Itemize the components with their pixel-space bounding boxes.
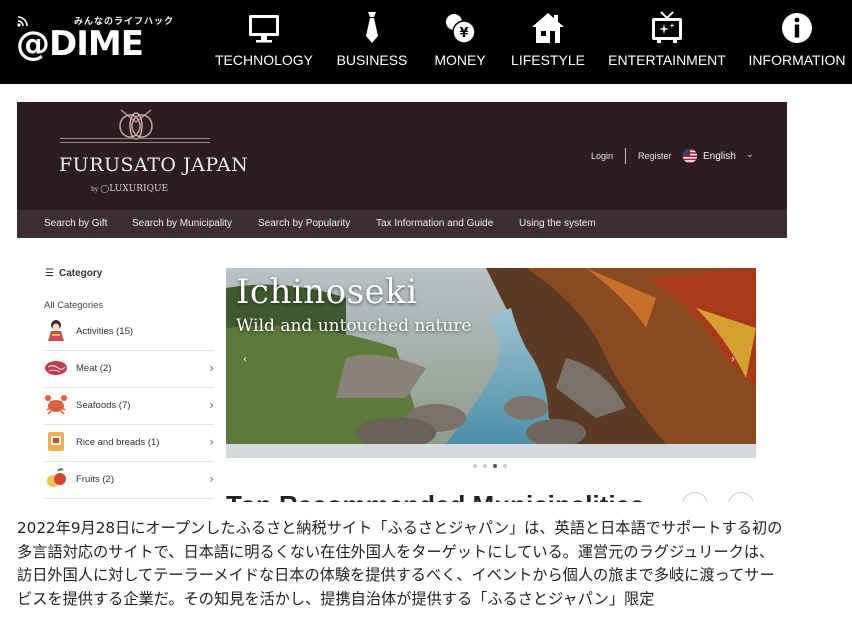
hero-banner[interactable]: Ichinoseki Wild and untouched nature ‹ › [226,268,756,444]
category-rice-and-breads[interactable]: Rice and breads (1) › [44,425,214,462]
nav-business[interactable]: BUSINESS [334,0,410,84]
nav-label: BUSINESS [336,52,408,68]
category-activities[interactable]: Activities (15) [44,314,214,351]
meat-icon [45,361,67,375]
mizuhiki-knot-icon [119,109,153,140]
coins-yen-icon: ¥ [446,14,476,44]
nav-entertainment[interactable]: ENTERTAINMENT [608,0,726,84]
article-screenshot: FURUSATO JAPAN by ◯LUXURIQUE Login Regist… [17,102,787,502]
carousel-dots[interactable] [473,464,509,470]
site-header: みんなのライフハック @DIME TECHNOLOGY BUSINESS ¥ M… [0,0,852,84]
nav-money[interactable]: ¥ MONEY [428,0,492,84]
nav-label: ENTERTAINMENT [608,52,726,68]
geisha-icon [48,320,64,341]
nav-label: INFORMATION [748,52,846,68]
menu-search-by-popularity[interactable]: Search by Popularity [258,218,350,229]
nav-label: MONEY [434,52,486,68]
fj-header: FURUSATO JAPAN by ◯LUXURIQUE Login Regist… [17,102,787,210]
banner-caption-bar [226,444,756,458]
carousel-dot[interactable] [503,464,507,468]
register-link[interactable]: Register [638,151,672,161]
chevron-right-icon: › [209,398,214,412]
nav-label: TECHNOLOGY [214,52,313,68]
menu-search-by-gift[interactable]: Search by Gift [44,218,107,229]
chevron-right-icon: › [209,472,214,486]
chevron-right-icon[interactable]: › [731,354,735,365]
login-link[interactable]: Login [591,151,613,161]
next-button[interactable] [728,492,754,502]
nav-lifestyle[interactable]: LIFESTYLE [508,0,588,84]
fj-main-menu: Search by Gift Search by Municipality Se… [17,210,787,238]
section-heading: Top Recommended Municipalities [226,490,644,502]
fj-brand-title: FURUSATO JAPAN [59,154,249,176]
svg-text:¥: ¥ [459,26,468,41]
chevron-left-icon[interactable]: ‹ [243,354,247,365]
chevron-right-icon: › [209,435,214,449]
carousel-dot-active[interactable] [493,464,497,468]
carousel-dot[interactable] [483,464,487,468]
menu-tax-information[interactable]: Tax Information and Guide [376,218,493,229]
rice-icon [48,432,64,451]
category-meat[interactable]: Meat (2) › [44,351,214,388]
category-seafoods[interactable]: Seafoods (7) › [44,388,214,425]
house-icon [532,13,564,43]
category-fruits[interactable]: Fruits (2) › [44,462,214,499]
info-icon [782,13,812,43]
nav-label: LIFESTYLE [511,52,585,68]
crab-icon [45,395,67,415]
prev-button[interactable] [682,492,708,502]
dime-logo[interactable]: みんなのライフハック @DIME [14,12,174,72]
emblem-line [60,138,210,139]
list-icon: ☰ [45,268,54,279]
category-heading: ☰ Category [45,268,103,279]
menu-using-the-system[interactable]: Using the system [519,218,596,229]
us-flag-icon [683,149,697,163]
banner-title: Ichinoseki [236,272,418,312]
chevron-right-icon: › [209,361,214,375]
chevron-down-icon[interactable]: ⌄ [746,150,754,160]
all-categories-link[interactable]: All Categories [44,300,103,311]
fruits-icon [47,468,66,487]
menu-search-by-municipality[interactable]: Search by Municipality [132,218,232,229]
site-wordmark: @DIME [16,24,144,64]
banner-subtitle: Wild and untouched nature [236,316,472,336]
language-selector[interactable]: English [703,151,736,162]
necktie-icon [366,12,378,43]
carousel-dot[interactable] [473,464,477,468]
tv-sparkle-icon [652,11,682,43]
article-body: 2022年9月28日にオープンしたふるさと納税サイト「ふるさとジャパン」は、英語… [17,519,783,608]
monitor-icon [249,15,279,43]
nav-information[interactable]: INFORMATION [748,0,846,84]
divider [625,148,626,164]
fj-brand-by: by ◯LUXURIQUE [91,184,169,194]
emblem-line [60,142,210,143]
nav-technology[interactable]: TECHNOLOGY [214,0,314,84]
